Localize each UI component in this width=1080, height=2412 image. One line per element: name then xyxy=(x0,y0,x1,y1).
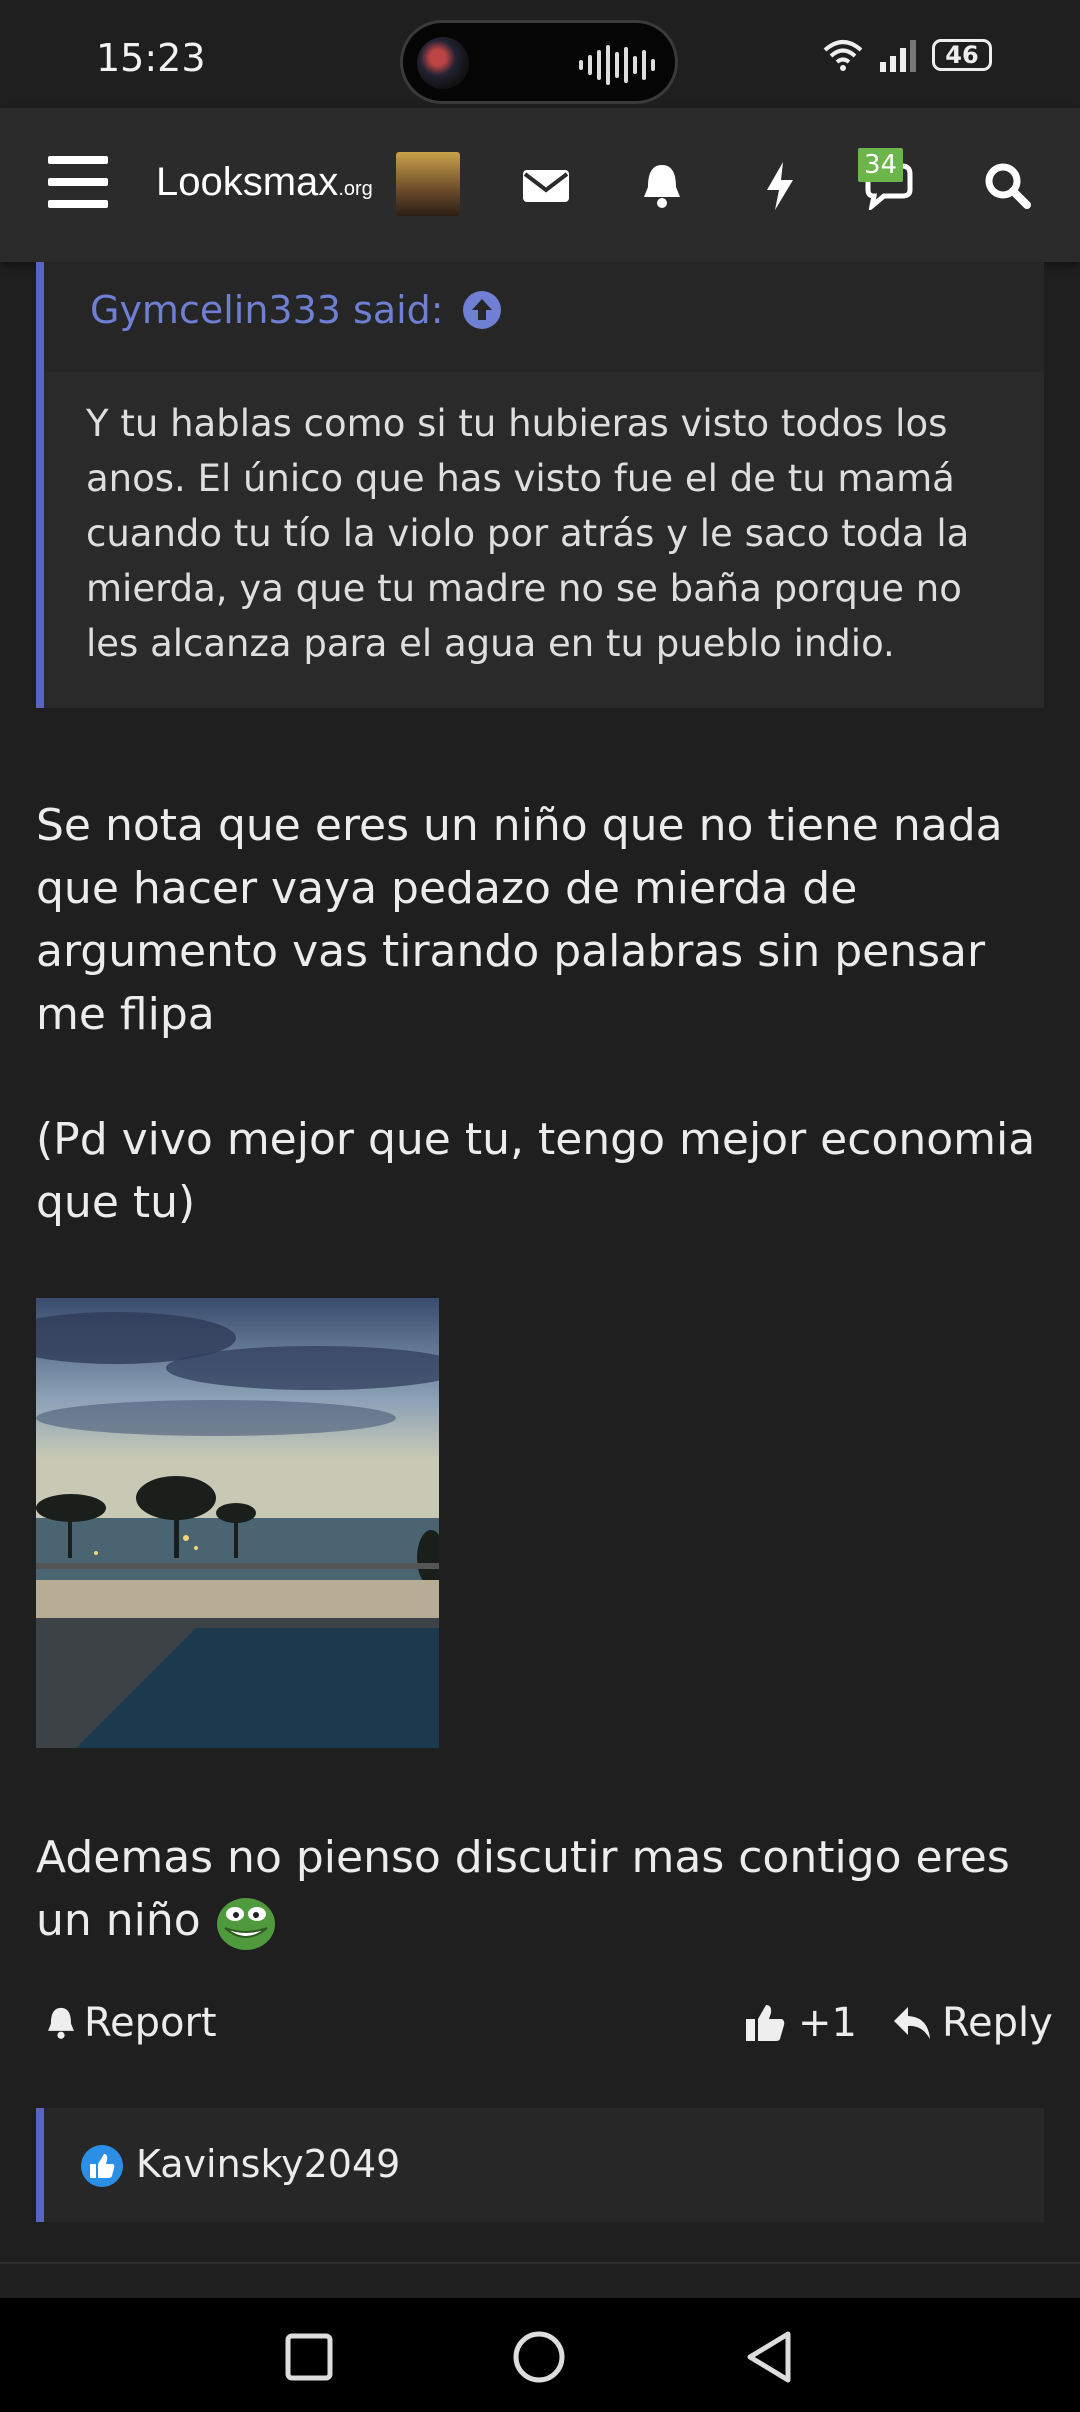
battery-icon: 46 xyxy=(932,39,992,71)
audio-wave-icon xyxy=(579,43,655,87)
signal-icon xyxy=(880,40,916,72)
post-paragraph: Ademas no pienso discutir mas contigo er… xyxy=(36,1826,1046,1952)
user-avatar[interactable] xyxy=(396,152,460,216)
attached-photo[interactable] xyxy=(36,1298,439,1748)
now-playing-art xyxy=(417,37,469,89)
mail-icon[interactable] xyxy=(518,158,574,214)
bell-icon xyxy=(48,2007,74,2039)
chat-count-badge: 34 xyxy=(858,148,904,182)
status-icons: 46 xyxy=(822,38,992,72)
like-count: +1 xyxy=(798,2000,857,2046)
home-icon[interactable] xyxy=(512,2330,566,2384)
post-text: Ademas no pienso discutir mas contigo er… xyxy=(36,1832,1010,1946)
quote-block: Gymcelin333 said: Y tu hablas como si tu… xyxy=(36,262,1044,708)
thumbs-up-icon xyxy=(746,2005,785,2041)
top-navigation: Looksmax.org 34 xyxy=(0,108,1080,262)
dynamic-island xyxy=(400,20,678,104)
like-button[interactable]: +1 xyxy=(744,2000,857,2046)
arrow-up-icon[interactable] xyxy=(462,290,502,330)
recent-apps-icon[interactable] xyxy=(284,2332,334,2382)
quote-author[interactable]: Gymcelin333 said: xyxy=(90,288,444,332)
status-time: 15:23 xyxy=(96,36,206,80)
post-actions: Report +1 Reply xyxy=(0,1990,1080,2070)
pepe-emoji-icon xyxy=(215,1894,277,1952)
reaction-user[interactable]: Kavinsky2049 xyxy=(136,2142,400,2186)
post-paragraph: (Pd vivo mejor que tu, tengo mejor econo… xyxy=(36,1114,1036,1228)
lightning-icon[interactable] xyxy=(752,158,808,214)
status-bar: 15:23 46 xyxy=(0,0,1080,108)
menu-icon[interactable] xyxy=(48,156,108,208)
reactions-bar[interactable]: Kavinsky2049 xyxy=(36,2108,1044,2222)
quote-text: Y tu hablas como si tu hubieras visto to… xyxy=(44,372,1044,708)
logo-main: Looksmax xyxy=(156,160,339,204)
back-icon[interactable] xyxy=(744,2330,794,2384)
quote-header[interactable]: Gymcelin333 said: xyxy=(90,288,502,332)
site-logo[interactable]: Looksmax.org xyxy=(156,160,373,205)
bell-icon[interactable] xyxy=(634,158,690,214)
post-paragraph: Se nota que eres un niño que no tiene na… xyxy=(36,800,1003,1040)
logo-suffix: .org xyxy=(338,178,373,200)
divider xyxy=(0,2262,1080,2264)
reply-icon xyxy=(894,2007,930,2039)
reply-button[interactable]: Reply xyxy=(892,2000,1053,2046)
report-button[interactable]: Report xyxy=(44,2000,217,2046)
system-navigation-bar xyxy=(0,2298,1080,2412)
reply-label: Reply xyxy=(942,2000,1053,2046)
search-icon[interactable] xyxy=(980,158,1036,214)
like-reaction-icon xyxy=(81,2145,123,2187)
wifi-icon xyxy=(823,40,863,71)
report-label: Report xyxy=(84,2000,217,2046)
